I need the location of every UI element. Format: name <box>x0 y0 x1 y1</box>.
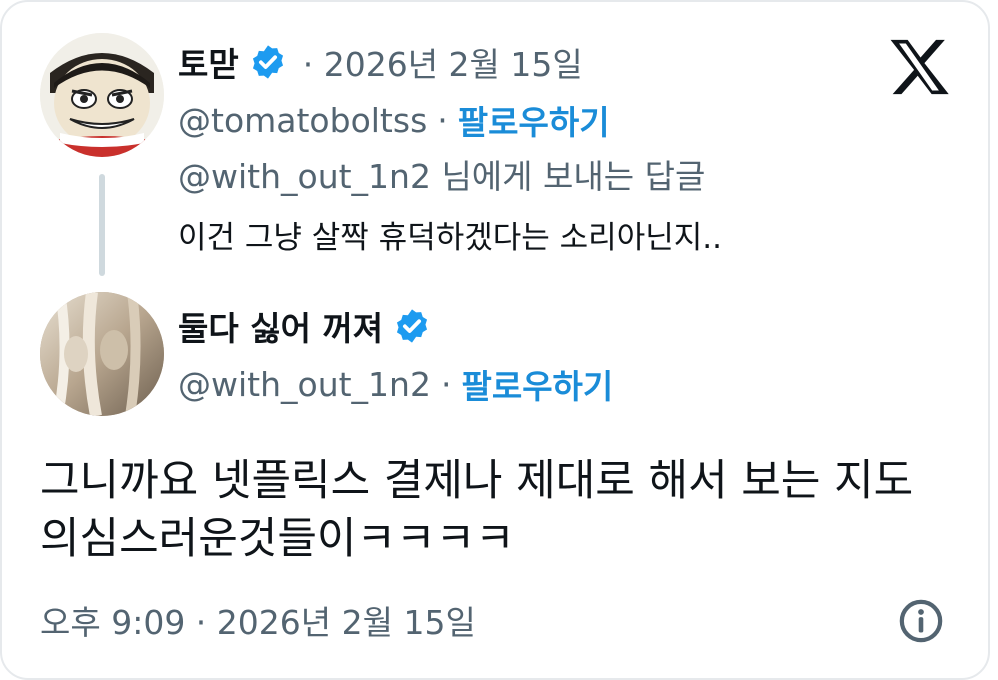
avatar-with_out_1n2[interactable] <box>40 292 164 416</box>
author-name-row: 토맏 · 2026년 2월 15일 <box>178 38 583 86</box>
verified-badge-icon <box>252 45 283 79</box>
follow-button[interactable]: 팔로우하기 <box>458 96 610 144</box>
post-timestamp[interactable]: 오후 9:09 · 2026년 2월 15일 <box>40 596 476 644</box>
handle[interactable]: @with_out_1n2 <box>178 365 431 404</box>
tweet-card: 토맏 · 2026년 2월 15일 @tomatoboltss · 팔로우하기 … <box>0 0 990 680</box>
handle-row: @tomatoboltss · 팔로우하기 <box>178 96 610 144</box>
main-tweet-text: 그니까요 넷플릭스 결제나 제대로 해서 보는 지도 의심스러운것들이ㅋㅋㅋㅋ <box>40 456 914 564</box>
post-date[interactable]: · 2026년 2월 15일 <box>303 38 583 86</box>
author-name-row: 둘다 싫어 꺼져 <box>178 302 431 350</box>
x-logo-icon[interactable] <box>888 38 950 96</box>
handle[interactable]: @tomatoboltss <box>178 101 427 140</box>
replying-to-label: @with_out_1n2 님에게 보내는 답글 <box>178 157 706 196</box>
handle-row: @with_out_1n2 · 팔로우하기 <box>178 360 613 408</box>
avatar-tomatoboltss[interactable] <box>40 33 164 157</box>
display-name[interactable]: 토맏 <box>178 38 239 86</box>
thread-connector-line <box>99 174 105 276</box>
separator: · <box>437 100 448 140</box>
follow-button[interactable]: 팔로우하기 <box>461 360 613 408</box>
verified-badge-icon <box>397 309 428 343</box>
quoted-tweet-text: 이건 그냥 살짝 휴덕하겠다는 소리아닌지.. <box>178 220 722 256</box>
separator: · <box>440 364 452 404</box>
info-icon[interactable] <box>898 598 944 644</box>
display-name[interactable]: 둘다 싫어 꺼져 <box>178 302 383 350</box>
